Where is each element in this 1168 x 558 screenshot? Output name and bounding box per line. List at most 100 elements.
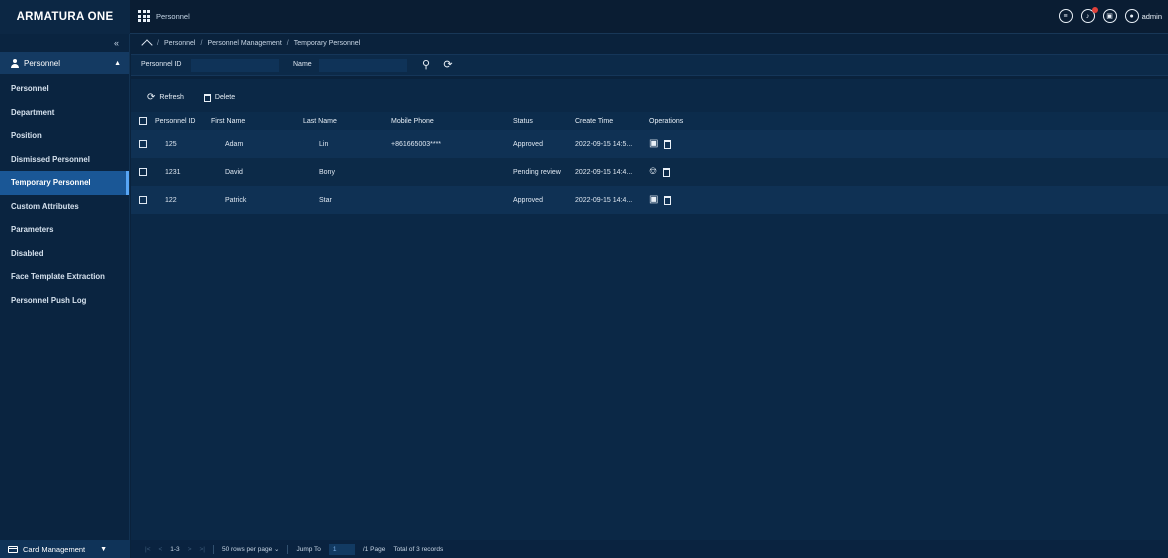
trash-icon[interactable] bbox=[664, 195, 672, 205]
chevron-down-icon: ▼ bbox=[100, 545, 108, 553]
delete-button[interactable]: Delete bbox=[203, 93, 236, 102]
reset-icon[interactable]: ⟳ bbox=[441, 58, 455, 72]
row-operations: ▣ bbox=[649, 139, 761, 149]
sidebar-item-personnel[interactable]: Personnel bbox=[0, 77, 129, 101]
pager-divider bbox=[287, 544, 289, 554]
trash-icon[interactable] bbox=[663, 167, 670, 177]
cell-mobile-phone bbox=[387, 158, 509, 186]
personnel-id-input[interactable] bbox=[191, 59, 279, 72]
top-bar: ARMATURA ONE Personnel ≡ ♪ ▣ ● admin bbox=[0, 0, 1168, 34]
personnel-table: Personnel ID First Name Last Name Mobile… bbox=[131, 112, 1168, 214]
sidebar-item-personnel-push-log[interactable]: Personnel Push Log bbox=[0, 289, 129, 313]
cell-first-name: David bbox=[225, 168, 243, 176]
sidebar-module-personnel[interactable]: Personnel ▲ bbox=[0, 52, 129, 74]
sidebar-item-disabled[interactable]: Disabled bbox=[0, 242, 129, 266]
column-header[interactable]: First Name bbox=[207, 112, 299, 130]
refresh-button[interactable]: ⟳ Refresh bbox=[147, 92, 184, 103]
menu-lines-icon[interactable]: ≡ bbox=[1058, 9, 1073, 23]
page-range: 1-3 bbox=[170, 545, 180, 553]
cell-personnel-id: 122 bbox=[165, 196, 177, 204]
total-records: Total of 3 records bbox=[393, 545, 444, 553]
breadcrumb-item[interactable]: Personnel Management bbox=[207, 40, 281, 47]
breadcrumb-separator: / bbox=[286, 39, 289, 47]
row-checkbox[interactable] bbox=[139, 196, 147, 204]
edit-document-icon[interactable]: ▣ bbox=[649, 139, 658, 149]
cell-mobile-phone: +861665003**** bbox=[391, 140, 442, 148]
cell-personnel-id: 1231 bbox=[165, 168, 181, 176]
column-header[interactable]: Status bbox=[509, 112, 571, 130]
breadcrumb-current: Temporary Personnel bbox=[293, 39, 361, 47]
total-pages: /1 Page bbox=[362, 545, 386, 553]
cell-last-name: Star bbox=[319, 196, 332, 204]
sidebar-item-custom-attributes[interactable]: Custom Attributes bbox=[0, 195, 129, 219]
trash-icon bbox=[203, 93, 211, 102]
breadcrumb-item[interactable]: Personnel bbox=[164, 40, 196, 47]
column-header[interactable]: Personnel ID bbox=[151, 112, 207, 130]
home-icon[interactable] bbox=[142, 39, 152, 48]
row-checkbox[interactable] bbox=[139, 168, 147, 176]
card-management-label: Card Management bbox=[23, 544, 86, 554]
top-icons: ≡ ♪ ▣ ● admin bbox=[1058, 7, 1162, 23]
app-logo[interactable]: ARMATURA ONE bbox=[0, 0, 130, 34]
table-row[interactable]: 125 Adam Lin +861665003**** Approved 202… bbox=[131, 130, 1168, 158]
name-input[interactable] bbox=[319, 59, 407, 72]
prev-page-icon[interactable]: < bbox=[158, 546, 162, 553]
notification-dot bbox=[1091, 7, 1098, 13]
next-page-icon[interactable]: > bbox=[188, 546, 192, 553]
cell-status: Approved bbox=[513, 196, 543, 204]
cell-status: Approved bbox=[513, 140, 543, 148]
chevron-down-icon: ⌄ bbox=[274, 546, 280, 553]
refresh-label: Refresh bbox=[159, 94, 184, 101]
main-panel: ⟳ Refresh Delete Personnel ID First Name… bbox=[131, 79, 1168, 540]
trash-icon[interactable] bbox=[664, 139, 672, 149]
user-menu[interactable]: ● admin bbox=[1124, 9, 1162, 23]
table-row[interactable]: 122 Patrick Star Approved 2022-09-15 14:… bbox=[131, 186, 1168, 214]
sidebar-item-position[interactable]: Position bbox=[0, 124, 129, 148]
module-switcher[interactable]: Personnel bbox=[138, 10, 190, 22]
sidebar-item-temporary-personnel[interactable]: Temporary Personnel bbox=[0, 171, 129, 195]
column-header[interactable]: Last Name bbox=[299, 112, 387, 130]
sidebar-item-face-template-extraction[interactable]: Face Template Extraction bbox=[0, 265, 129, 289]
jump-to-label: Jump To bbox=[296, 545, 321, 553]
cell-status: Pending review bbox=[513, 168, 561, 176]
apps-grid-icon[interactable] bbox=[138, 10, 150, 22]
cell-first-name: Adam bbox=[225, 140, 244, 148]
table-header: Personnel ID First Name Last Name Mobile… bbox=[131, 112, 1168, 130]
delete-label: Delete bbox=[214, 94, 236, 101]
breadcrumb-separator: / bbox=[157, 39, 159, 47]
username: admin bbox=[1141, 11, 1162, 21]
last-page-icon[interactable]: >| bbox=[199, 546, 204, 553]
table-row[interactable]: 1231 David Bony Pending review 2022-09-1… bbox=[131, 158, 1168, 186]
breadcrumb: / Personnel / Personnel Management / Tem… bbox=[142, 36, 360, 50]
edit-document-icon[interactable]: ▣ bbox=[649, 195, 658, 205]
rows-per-page-value: 50 rows per page bbox=[221, 546, 273, 553]
user-avatar-icon: ● bbox=[1124, 9, 1139, 23]
breadcrumb-separator: / bbox=[200, 39, 203, 47]
sidebar-item-department[interactable]: Department bbox=[0, 101, 129, 125]
sidebar-item-parameters[interactable]: Parameters bbox=[0, 218, 129, 242]
refresh-icon: ⟳ bbox=[147, 92, 156, 103]
select-all-checkbox[interactable] bbox=[139, 117, 147, 125]
column-header[interactable]: Mobile Phone bbox=[387, 112, 509, 130]
sidebar-module-label: Personnel bbox=[24, 58, 61, 68]
module-tab-label[interactable]: Personnel bbox=[156, 12, 190, 21]
collapse-sidebar-icon[interactable]: « bbox=[0, 34, 129, 52]
column-header[interactable]: Create Time bbox=[571, 112, 645, 130]
sidebar-item-dismissed-personnel[interactable]: Dismissed Personnel bbox=[0, 148, 129, 172]
row-operations: ⎊ bbox=[649, 167, 761, 177]
notification-bell-icon[interactable]: ♪ bbox=[1080, 7, 1098, 23]
sidebar-module-card-management[interactable]: Card Management ▼ bbox=[0, 540, 130, 558]
column-header: Operations bbox=[649, 117, 684, 125]
row-checkbox[interactable] bbox=[139, 140, 147, 148]
first-page-icon[interactable]: |< bbox=[145, 546, 150, 553]
review-stamp-icon[interactable]: ⎊ bbox=[649, 167, 657, 177]
user-icon bbox=[10, 58, 19, 68]
cell-last-name: Lin bbox=[319, 140, 329, 148]
rows-per-page-select[interactable]: 50 rows per page ⌄ bbox=[222, 545, 280, 553]
name-label: Name bbox=[293, 61, 312, 68]
toolbar: ⟳ Refresh Delete bbox=[147, 92, 236, 103]
jump-to-input[interactable]: 1 bbox=[328, 543, 355, 555]
cell-last-name: Bony bbox=[319, 168, 335, 176]
system-settings-icon[interactable]: ▣ bbox=[1102, 9, 1117, 23]
search-icon[interactable]: ⚲ bbox=[419, 58, 433, 72]
